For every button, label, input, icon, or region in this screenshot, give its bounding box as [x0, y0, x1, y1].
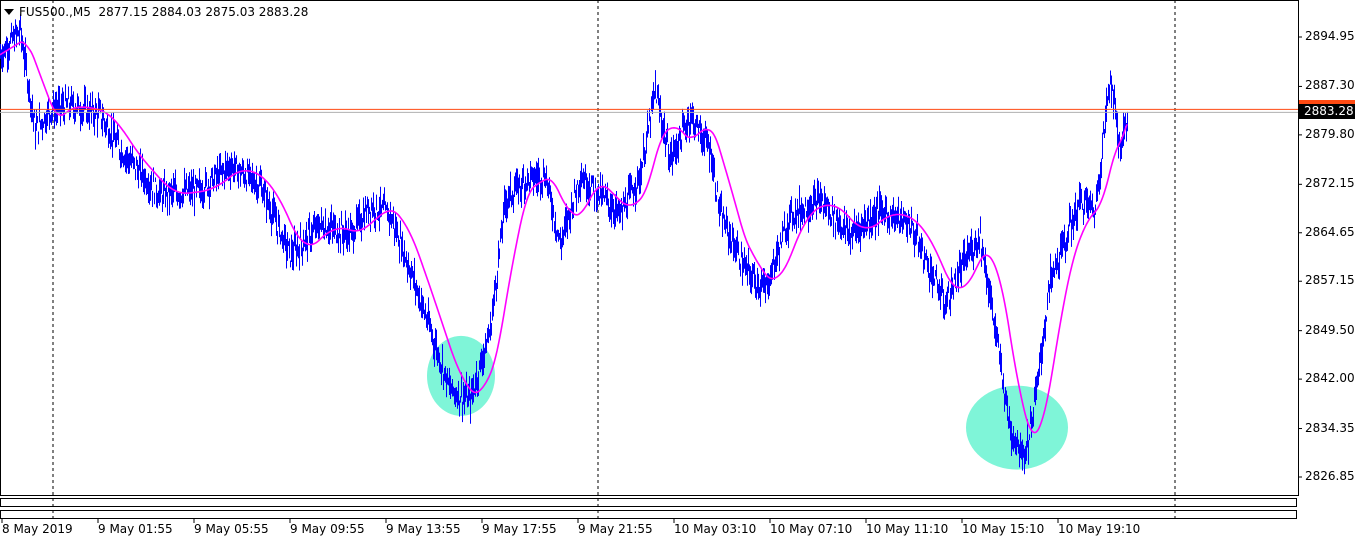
price-axis-label: 2849.50 [1305, 322, 1355, 337]
time-axis-label: 10 May 15:10 [962, 522, 1045, 536]
dropdown-triangle-icon[interactable] [4, 9, 14, 15]
symbol-label: FUS500.,M5 [19, 5, 91, 19]
price-axis-label: 2872.15 [1305, 176, 1355, 191]
time-axis-label: 10 May 03:10 [674, 522, 757, 536]
time-axis-label: 9 May 05:55 [194, 522, 269, 536]
price-axis-label: 2857.15 [1305, 273, 1355, 288]
subwindow-frame-1 [0, 498, 1297, 507]
ohlc-values: 2877.15 2884.03 2875.03 2883.28 [98, 5, 309, 19]
price-bars [0, 14, 1128, 475]
highlight-ellipse [966, 385, 1068, 470]
time-axis-label: 9 May 09:55 [290, 522, 365, 536]
price-chart[interactable] [0, 0, 1362, 542]
subwindow-frame-2 [0, 510, 1297, 519]
chart-header: FUS500.,M5 2877.15 2884.03 2875.03 2883.… [4, 5, 308, 19]
price-axis-label: 2826.85 [1305, 468, 1355, 483]
time-axis-label: 9 May 13:55 [386, 522, 461, 536]
time-axis-label: 10 May 19:10 [1058, 522, 1141, 536]
price-axis-label: 2834.35 [1305, 420, 1355, 435]
price-axis-label: 2864.65 [1305, 224, 1355, 239]
time-axis-label: 9 May 01:55 [98, 522, 173, 536]
current-price-label: 2883.28 [1299, 104, 1355, 119]
time-axis-label: 9 May 17:55 [482, 522, 557, 536]
time-axis-label: 9 May 21:55 [578, 522, 653, 536]
time-axis-label: 10 May 07:10 [770, 522, 853, 536]
main-plot-frame [0, 0, 1299, 496]
time-axis-label: 8 May 2019 [2, 522, 73, 536]
price-axis-label: 2879.80 [1305, 126, 1355, 141]
price-axis-label: 2842.00 [1305, 371, 1355, 386]
price-axis-label: 2894.95 [1305, 29, 1355, 43]
price-axis-label: 2887.30 [1305, 78, 1355, 93]
time-axis-label: 10 May 11:10 [866, 522, 949, 536]
